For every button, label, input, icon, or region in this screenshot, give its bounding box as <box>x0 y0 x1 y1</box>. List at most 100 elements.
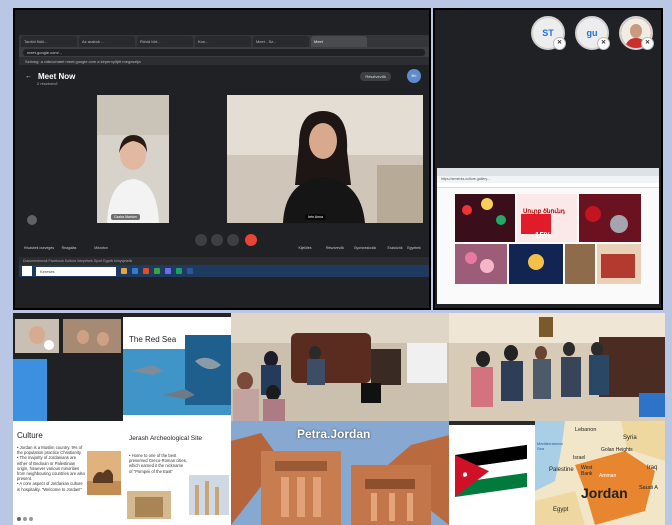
bullet-text: The majority of Jordanians are either of… <box>17 455 85 481</box>
camera-icon[interactable] <box>211 234 223 246</box>
map-label: West Bank <box>581 465 593 477</box>
bottom-photo-grid: The Red Sea Culture • Jordan is a Muslim… <box>13 313 665 525</box>
browser-tab-active[interactable]: Meet <box>311 36 367 47</box>
meeting-title: Meet Now <box>38 71 76 81</box>
classroom-photo <box>449 313 665 421</box>
control-label[interactable]: Egyebek <box>399 246 429 250</box>
participant-name: Irén Anna <box>305 214 326 220</box>
meet-thumbnails <box>13 313 123 421</box>
browser-tab[interactable]: Az arabok ... <box>79 36 135 47</box>
meeting-subtitle: 2 résztvevő <box>37 81 58 86</box>
chat-bubble-icon[interactable] <box>27 215 37 225</box>
classroom-photo-image <box>449 313 665 421</box>
excel-icon[interactable] <box>176 268 182 274</box>
browser-tab[interactable]: Tanítói fióki... <box>21 36 77 47</box>
participant-tile[interactable]: Csaba Mariam <box>97 95 169 223</box>
teams-icon[interactable] <box>165 268 171 274</box>
map-label: Lebanon <box>575 427 597 433</box>
map-label: Mediterranean Sea <box>537 441 563 451</box>
classroom-photo <box>231 313 449 421</box>
slide-title: Culture <box>17 431 43 440</box>
bullet-text: Home to one of the best preserved Greco-… <box>129 453 187 474</box>
url-field[interactable]: meet.google.com/... <box>23 48 425 56</box>
meet-control-bar: Hívásbeli csevegés Reagálás Mikrofon Kij… <box>19 230 429 260</box>
camel-photo <box>87 451 121 495</box>
browser-tab[interactable]: Rövid tört... <box>137 36 193 47</box>
thumbnail-image <box>13 313 123 421</box>
tab-bar: Tanítói fióki... Az arabok ... Rövid tör… <box>19 35 429 47</box>
browser-tab[interactable]: Kon... <box>195 36 251 47</box>
promo-percent: 15% <box>535 231 552 240</box>
map-label: Syria <box>623 435 637 441</box>
jordan-flag-icon <box>449 421 535 525</box>
chrome-icon[interactable] <box>154 268 160 274</box>
participant-name: Csaba Mariam <box>111 214 140 220</box>
participant-tile[interactable]: Irén Anna <box>227 95 423 223</box>
shared-gallery <box>437 188 659 304</box>
columns-photo <box>189 475 229 515</box>
mic-muted-icon: ✕ <box>641 37 654 50</box>
slide-title: The Red Sea <box>129 335 177 344</box>
layout-selector[interactable]: Résztvevők <box>360 72 391 81</box>
participant-initials: ST <box>542 28 554 38</box>
shared-tab-bar <box>437 168 659 176</box>
participant-chip[interactable]: ST ✕ <box>531 16 566 50</box>
gallery-banner-text: Սուրբ ծնունդ <box>523 209 565 215</box>
map-country-title: Jordan <box>581 485 628 501</box>
slide-title: Jerash Archeological Site <box>129 435 202 442</box>
edge-icon[interactable] <box>132 268 138 274</box>
map-label: Israel <box>573 455 586 461</box>
slide-jerash: Jerash Archeological Site Home to one of… <box>123 421 231 525</box>
browser-window: Tanítói fióki... Az arabok ... Rövid tör… <box>19 35 429 281</box>
shared-screen: https://armenia-culture-gallery... Սուրբ… <box>437 168 659 304</box>
slide-title: Petra.Jordan <box>297 427 371 441</box>
windows-start-icon[interactable] <box>22 266 32 276</box>
meet-window-panel: Tanítói fióki... Az arabok ... Rövid tör… <box>13 8 431 310</box>
bullet-text: Jordan is a Muslim country. 9% of the po… <box>17 445 85 455</box>
slide-image-sharks <box>123 313 231 421</box>
participant-video <box>97 95 169 223</box>
map-label: Amman <box>599 473 617 479</box>
taskbar-search[interactable]: Keresés <box>36 266 116 276</box>
back-arrow-icon[interactable]: ← <box>25 73 32 80</box>
participant-initials: gu <box>586 28 598 38</box>
map-label: Iraq <box>647 465 658 471</box>
slide-culture: Culture Jordan is a Muslim country. 9% o… <box>13 421 123 525</box>
user-avatar[interactable]: Bri <box>407 69 421 83</box>
map-label: Palestine <box>549 467 574 473</box>
office-icon[interactable] <box>143 268 149 274</box>
jordan-map: Lebanon Syria Mediterranean Sea Israel G… <box>535 421 665 525</box>
control-label[interactable]: Mikrofon <box>81 246 121 250</box>
participant-chip[interactable]: gu ✕ <box>575 16 610 50</box>
bookmarks-bar: Dokumentumok Facebook Kultúra Irányelvek… <box>19 257 429 265</box>
slide-bullets: Jordan is a Muslim country. 9% of the po… <box>17 445 85 492</box>
map-label: Saudi A <box>639 485 658 491</box>
slide-flag <box>449 421 535 525</box>
sharing-info-bar: Szöveg: a videóchatet meet.google.com a … <box>19 57 429 65</box>
end-call-button[interactable] <box>245 234 257 246</box>
participant-video <box>227 95 423 223</box>
meet-header: ← Meet Now 2 résztvevő Résztvevők Bri <box>19 65 429 87</box>
participants-panel: ST ✕ gu ✕ ✕ https://armenia-culture-gall… <box>433 8 663 310</box>
word-icon[interactable] <box>187 268 193 274</box>
map-label: Egypt <box>553 507 569 513</box>
address-bar: meet.google.com/... <box>19 47 429 57</box>
present-screen-icon[interactable] <box>227 234 239 246</box>
ruins-photo <box>127 491 171 519</box>
bullet-text: A core aspect of Jordanian culture is ho… <box>17 481 85 491</box>
browser-tab[interactable]: Meet - Sz... <box>253 36 309 47</box>
mic-muted-icon: ✕ <box>553 37 566 50</box>
slide-bullets: Home to one of the best preserved Greco-… <box>129 453 187 474</box>
shared-address-bar: https://armenia-culture-gallery... <box>437 176 659 183</box>
microphone-icon[interactable] <box>195 234 207 246</box>
map-label: Golan Heights <box>601 447 633 453</box>
slide-nav-dots[interactable] <box>17 517 45 521</box>
windows-taskbar: Keresés <box>19 265 429 277</box>
slide-petra: Petra.Jordan <box>231 421 449 525</box>
screenshot-collage: Tanítói fióki... Az arabok ... Rövid tör… <box>0 0 672 525</box>
participant-chip-photo[interactable]: ✕ <box>619 16 654 50</box>
folder-icon[interactable] <box>121 268 127 274</box>
slide-red-sea: The Red Sea <box>123 313 231 421</box>
mic-muted-icon: ✕ <box>597 37 610 50</box>
classroom-photo-image <box>231 313 449 421</box>
